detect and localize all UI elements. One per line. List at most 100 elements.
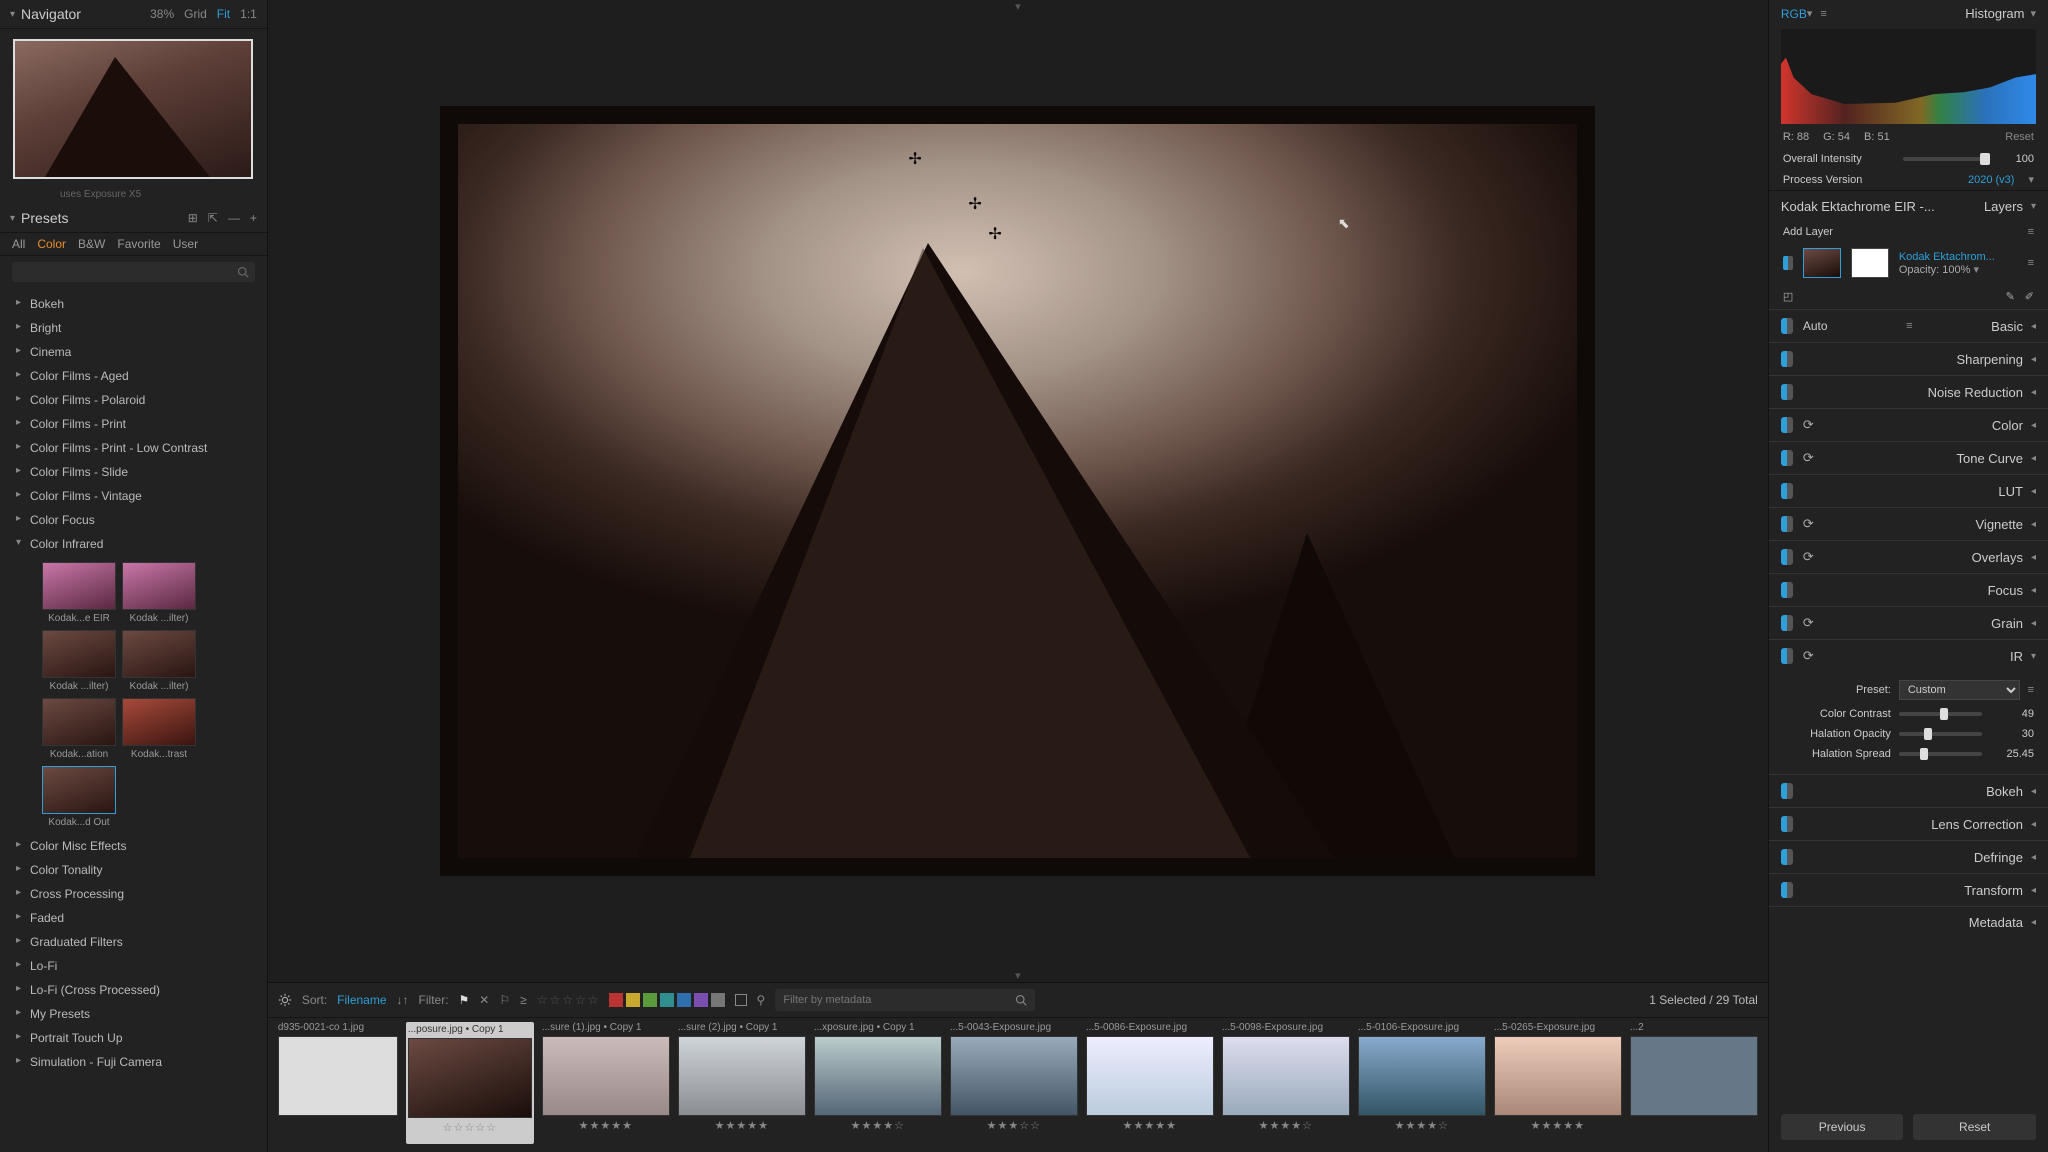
- reset-button[interactable]: Reset: [1913, 1114, 2036, 1140]
- toggle-icon[interactable]: [1781, 351, 1793, 367]
- adjustment-tone-curve[interactable]: ⟳Tone Curve◂: [1769, 441, 2048, 474]
- preset-category[interactable]: Color Films - Aged: [0, 364, 267, 388]
- image-canvas[interactable]: ✢ ✢ ✢ ⬉: [268, 0, 1768, 982]
- menu-icon[interactable]: ≡: [2028, 684, 2034, 696]
- fit-button[interactable]: Fit: [217, 7, 230, 21]
- panel-handle-icon[interactable]: ▾: [1015, 969, 1021, 982]
- link-icon[interactable]: ⚲: [757, 993, 766, 1007]
- reset-icon[interactable]: ⟳: [1803, 648, 1814, 664]
- color-swatch[interactable]: [677, 993, 691, 1007]
- adjustment-overlays[interactable]: ⟳Overlays◂: [1769, 540, 2048, 573]
- preset-tab[interactable]: B&W: [78, 237, 105, 251]
- sort-value[interactable]: Filename: [337, 993, 386, 1007]
- hist-menu-icon[interactable]: ≡: [1820, 8, 1826, 20]
- collapse-icon[interactable]: ◂: [2031, 387, 2036, 398]
- toggle-icon[interactable]: [1781, 549, 1793, 565]
- collapse-icon[interactable]: ▾: [2031, 651, 2036, 662]
- collapse-icon[interactable]: ◂: [2031, 819, 2036, 830]
- flag-icon[interactable]: ⚑: [459, 993, 470, 1007]
- collapse-icon[interactable]: ▾: [10, 9, 15, 20]
- collapse-icon[interactable]: ◂: [2031, 486, 2036, 497]
- preset-category[interactable]: Color Films - Vintage: [0, 484, 267, 508]
- process-version-select[interactable]: 2020 (v3): [1968, 174, 2014, 186]
- collapse-icon[interactable]: ◂: [2031, 786, 2036, 797]
- toggle-icon[interactable]: [1781, 318, 1793, 334]
- color-swatch[interactable]: [643, 993, 657, 1007]
- sort-direction-icon[interactable]: ↓↑: [397, 993, 409, 1007]
- adjustment-color[interactable]: ⟳Color◂: [1769, 408, 2048, 441]
- toggle-icon[interactable]: [1781, 648, 1793, 664]
- menu-icon[interactable]: ≡: [1906, 320, 1912, 332]
- film-thumbnail[interactable]: ...5-0265-Exposure.jpg★★★★★: [1494, 1022, 1622, 1144]
- zoom-percent[interactable]: 38%: [150, 7, 174, 21]
- collapse-icon[interactable]: ◂: [2031, 420, 2036, 431]
- film-thumbnail[interactable]: ...5-0043-Exposure.jpg★★★☆☆: [950, 1022, 1078, 1144]
- reject-icon[interactable]: ✕: [479, 993, 489, 1007]
- adjustment-ir[interactable]: ⟳ IR ▾: [1769, 639, 2048, 672]
- adjustment-vignette[interactable]: ⟳Vignette◂: [1769, 507, 2048, 540]
- preset-tab[interactable]: Favorite: [117, 237, 160, 251]
- minus-icon[interactable]: —: [228, 211, 240, 225]
- color-swatch[interactable]: [626, 993, 640, 1007]
- grid-view-icon[interactable]: ⊞: [188, 211, 198, 225]
- gear-icon[interactable]: [278, 993, 292, 1007]
- collapse-icon[interactable]: ◂: [2031, 321, 2036, 332]
- collapse-icon[interactable]: ◂: [2031, 618, 2036, 629]
- adjustment-metadata[interactable]: Metadata◂: [1769, 906, 2048, 938]
- collapse-icon[interactable]: ◂: [2031, 453, 2036, 464]
- film-thumbnail[interactable]: ...sure (1).jpg • Copy 1★★★★★: [542, 1022, 670, 1144]
- reset-icon[interactable]: ⟳: [1803, 615, 1814, 631]
- preset-category[interactable]: Lo-Fi: [0, 954, 267, 978]
- collapse-all-icon[interactable]: ⇱: [208, 211, 218, 225]
- collapse-icon[interactable]: ▾: [2030, 7, 2036, 20]
- color-swatch[interactable]: [711, 993, 725, 1007]
- preset-search[interactable]: [12, 262, 255, 282]
- toggle-icon[interactable]: [1781, 882, 1793, 898]
- preset-category[interactable]: Color Films - Slide: [0, 460, 267, 484]
- layer-toggle[interactable]: [1783, 256, 1793, 270]
- toggle-icon[interactable]: [1781, 783, 1793, 799]
- toggle-icon[interactable]: [1781, 816, 1793, 832]
- preset-thumbnail[interactable]: Kodak...d Out: [42, 766, 116, 828]
- preset-tab[interactable]: All: [12, 237, 25, 251]
- grid-button[interactable]: Grid: [184, 7, 207, 21]
- adjustment-basic[interactable]: Auto≡Basic◂: [1769, 309, 2048, 342]
- layer-mask[interactable]: [1851, 248, 1889, 278]
- preset-tab[interactable]: User: [173, 237, 198, 251]
- preset-category[interactable]: Graduated Filters: [0, 930, 267, 954]
- adjustment-focus[interactable]: Focus◂: [1769, 573, 2048, 606]
- preset-category[interactable]: Color Misc Effects: [0, 834, 267, 858]
- preset-category[interactable]: My Presets: [0, 1002, 267, 1026]
- rgb-channel-selector[interactable]: RGB: [1781, 7, 1807, 21]
- toggle-icon[interactable]: [1781, 582, 1793, 598]
- collapse-icon[interactable]: ◂: [2031, 885, 2036, 896]
- film-thumbnail[interactable]: ...2: [1630, 1022, 1758, 1144]
- adjustment-lens-correction[interactable]: Lens Correction◂: [1769, 807, 2048, 840]
- collapse-icon[interactable]: ◂: [2031, 585, 2036, 596]
- layer-thumbnail[interactable]: [1803, 248, 1841, 278]
- reset-icon[interactable]: ⟳: [1803, 450, 1814, 466]
- toggle-icon[interactable]: [1781, 450, 1793, 466]
- preset-category[interactable]: Color Films - Print: [0, 412, 267, 436]
- navigator-thumbnail[interactable]: [13, 39, 253, 179]
- film-thumbnail[interactable]: d935-0021-co 1.jpg: [278, 1022, 398, 1144]
- toggle-icon[interactable]: [1781, 384, 1793, 400]
- color-swatch[interactable]: [660, 993, 674, 1007]
- film-thumbnail[interactable]: ...posure.jpg • Copy 1☆☆☆☆☆: [406, 1022, 534, 1144]
- adjustment-grain[interactable]: ⟳Grain◂: [1769, 606, 2048, 639]
- preset-category[interactable]: Bokeh: [0, 292, 267, 316]
- preset-category[interactable]: Portrait Touch Up: [0, 1026, 267, 1050]
- adjustment-transform[interactable]: Transform◂: [1769, 873, 2048, 906]
- reset-icon[interactable]: ⟳: [1803, 417, 1814, 433]
- adjustment-sharpening[interactable]: Sharpening◂: [1769, 342, 2048, 375]
- brush-icon[interactable]: ✎: [2006, 290, 2015, 303]
- crop-icon[interactable]: ◰: [1783, 290, 1793, 303]
- film-thumbnail[interactable]: ...5-0086-Exposure.jpg★★★★★: [1086, 1022, 1214, 1144]
- film-thumbnail[interactable]: ...5-0098-Exposure.jpg★★★★☆: [1222, 1022, 1350, 1144]
- no-label-icon[interactable]: [735, 994, 747, 1006]
- preset-category[interactable]: Color Films - Print - Low Contrast: [0, 436, 267, 460]
- collapse-icon[interactable]: ◂: [2031, 917, 2036, 928]
- metadata-search[interactable]: [775, 989, 1035, 1011]
- collapse-icon[interactable]: ◂: [2031, 852, 2036, 863]
- unflagged-icon[interactable]: ⚐: [499, 993, 510, 1007]
